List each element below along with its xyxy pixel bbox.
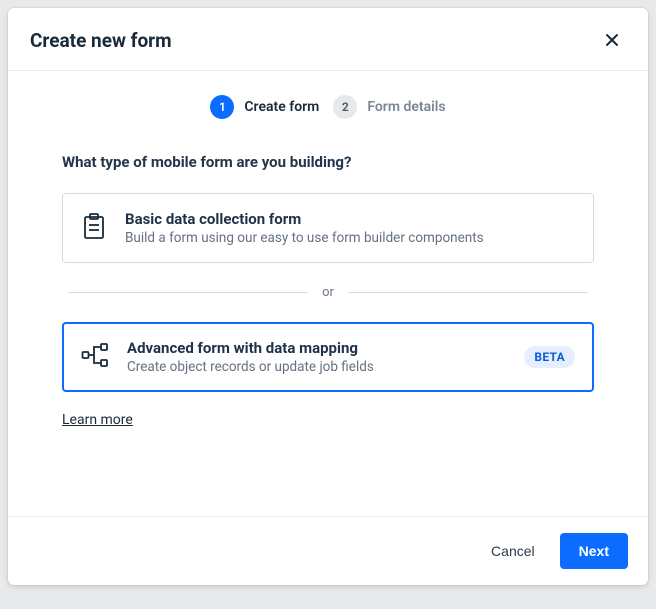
option-title: Basic data collection form (125, 210, 575, 228)
question-heading: What type of mobile form are you buildin… (62, 153, 594, 171)
modal-body: 1 Create form 2 Form details What type o… (8, 71, 648, 456)
option-subtitle: Create object records or update job fiel… (127, 359, 506, 375)
learn-more-link[interactable]: Learn more (62, 412, 133, 428)
beta-badge: BETA (524, 346, 575, 368)
option-basic-form[interactable]: Basic data collection form Build a form … (62, 193, 594, 263)
data-mapping-icon (81, 342, 109, 372)
option-subtitle: Build a form using our easy to use form … (125, 230, 575, 246)
cancel-button[interactable]: Cancel (472, 533, 554, 569)
modal-footer: Cancel Next (8, 516, 648, 585)
option-advanced-form[interactable]: Advanced form with data mapping Create o… (62, 322, 594, 392)
step-form-details: 2 Form details (333, 95, 445, 119)
modal-header: Create new form (8, 8, 648, 71)
close-icon (604, 32, 620, 48)
step-create-form: 1 Create form (210, 95, 319, 119)
stepper: 1 Create form 2 Form details (62, 95, 594, 119)
option-text: Advanced form with data mapping Create o… (127, 339, 506, 375)
or-divider: or (68, 285, 588, 300)
step-number: 1 (210, 95, 234, 119)
close-button[interactable] (598, 26, 626, 54)
clipboard-icon (81, 212, 107, 244)
step-label: Form details (367, 99, 445, 115)
create-form-modal: Create new form 1 Create form 2 Form det… (8, 8, 648, 585)
modal-title: Create new form (30, 29, 172, 52)
option-title: Advanced form with data mapping (127, 339, 506, 357)
divider-text: or (322, 285, 334, 300)
divider-line (68, 292, 308, 293)
step-label: Create form (244, 99, 319, 115)
divider-line (348, 292, 588, 293)
option-text: Basic data collection form Build a form … (125, 210, 575, 246)
step-number: 2 (333, 95, 357, 119)
next-button[interactable]: Next (560, 533, 628, 569)
